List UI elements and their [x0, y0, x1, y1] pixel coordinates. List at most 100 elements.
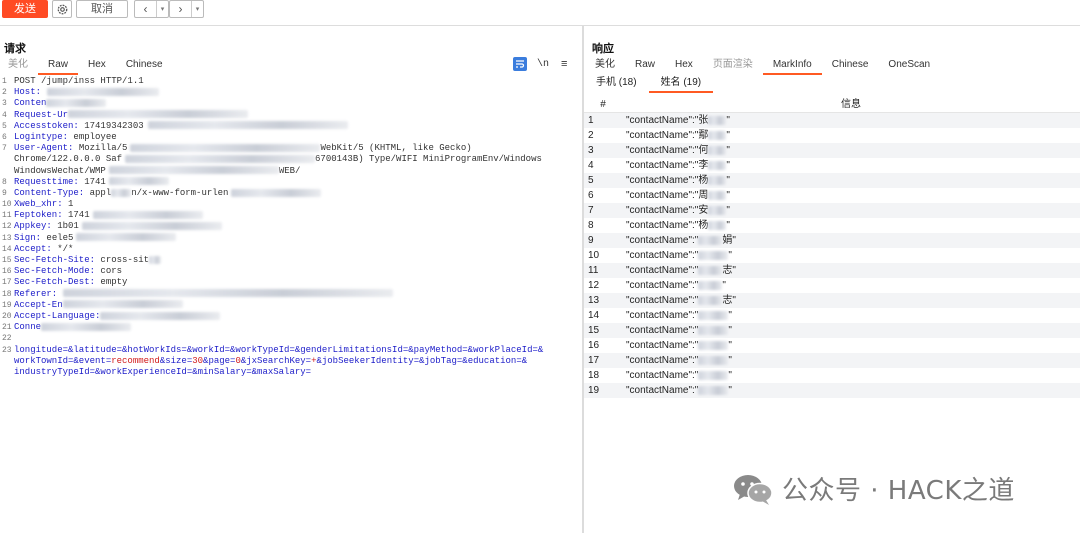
code-line: 14 Accept: */* — [2, 243, 74, 254]
back-caret-icon[interactable]: ▾ — [157, 1, 168, 17]
table-row[interactable]: 14 "contactName":" " — [584, 308, 1080, 323]
table-row[interactable]: 5 "contactName":"杨 " — [584, 173, 1080, 188]
code-line: 1 POST /jump/inss HTTP/1.1 — [2, 76, 144, 86]
settings-button[interactable] — [52, 0, 72, 18]
table-row[interactable]: 17 "contactName":" " — [584, 353, 1080, 368]
header-key: Feptoken: — [14, 210, 63, 221]
redacted-text — [41, 322, 132, 331]
subtab-phone[interactable]: 手机 (18) — [584, 75, 649, 93]
table-row[interactable]: 3 "contactName":"何 " — [584, 143, 1080, 158]
forward-nav-group: › ▾ — [169, 0, 204, 18]
code-line: 16 Sec-Fetch-Mode: cors — [2, 266, 123, 277]
table-row[interactable]: 6 "contactName":"周 " — [584, 188, 1080, 203]
tab-request-hex[interactable]: Hex — [78, 58, 116, 74]
code-line: 19 Accept-En — [0, 300, 582, 311]
table-row[interactable]: 2 "contactName":"鄢 " — [584, 128, 1080, 143]
tab-response-beautify[interactable]: 美化 — [585, 58, 625, 74]
tab-response-render[interactable]: 页面渲染 — [703, 58, 763, 74]
tab-response-markinfo[interactable]: MarkInfo — [762, 58, 822, 75]
table-row[interactable]: 11 "contactName":" 志" — [584, 263, 1080, 278]
header-value: 1741 — [62, 210, 90, 221]
code-line: WindowsWechat/WMP WEB/ — [0, 166, 582, 177]
toolbar-divider — [0, 25, 1080, 26]
table-row[interactable]: 13 "contactName":" 志" — [584, 293, 1080, 308]
redacted-text — [92, 210, 203, 219]
wechat-logo-icon — [732, 472, 774, 506]
redacted-text — [68, 110, 249, 119]
tab-response-raw[interactable]: Raw — [625, 58, 665, 74]
table-row[interactable]: 1 "contactName":"张 " — [584, 113, 1080, 128]
back-nav-group: ‹ ▾ — [134, 0, 169, 18]
table-row[interactable]: 18 "contactName":" " — [584, 368, 1080, 383]
menu-icon[interactable]: ≡ — [561, 58, 567, 70]
redacted-text — [708, 115, 727, 125]
code-line: 10 Xweb_xhr: 1 — [2, 199, 74, 210]
header-key: Host: — [14, 87, 42, 98]
table-row[interactable]: 4 "contactName":"李 " — [584, 158, 1080, 173]
redacted-text — [47, 87, 160, 96]
tab-response-onescan[interactable]: OneScan — [878, 58, 940, 74]
request-editor-tools: \n ≡ — [513, 57, 567, 71]
column-header-info[interactable]: 信息 — [622, 96, 1080, 112]
header-value: 1741 — [78, 176, 106, 187]
redacted-text — [231, 188, 322, 197]
header-value: WindowsWechat/WMP — [14, 165, 106, 176]
table-body: 1 "contactName":"张 " 2 "contactName":"鄢 " 3 "… — [584, 113, 1080, 398]
response-title: 响应 — [592, 43, 614, 55]
tab-response-hex[interactable]: Hex — [665, 58, 703, 74]
redacted-text — [708, 190, 727, 200]
table-row[interactable]: 9 "contactName":" 娟" — [584, 233, 1080, 248]
forward-arrow-icon[interactable]: › — [170, 1, 192, 17]
wrap-icon — [516, 60, 525, 68]
code-line: Chrome/122.0.0.0 Saf 6700143B) Type/WIFI … — [0, 154, 582, 165]
table-row[interactable]: 10 "contactName":" " — [584, 248, 1080, 263]
redacted-text — [708, 220, 727, 230]
back-arrow-icon[interactable]: ‹ — [135, 1, 157, 17]
redacted-text — [698, 310, 729, 320]
forward-caret-icon[interactable]: ▾ — [192, 1, 203, 17]
redacted-text — [698, 280, 723, 290]
header-key: Accesstoken: — [14, 120, 79, 131]
gear-icon — [57, 4, 67, 14]
column-header-index[interactable]: # — [584, 96, 622, 112]
code-line: 21 Conne — [0, 322, 582, 333]
tab-request-beautify[interactable]: 美化 — [0, 58, 38, 74]
table-row[interactable]: 7 "contactName":"安 " — [584, 203, 1080, 218]
code-line: workTownId=&event=recommend&size=30&page… — [0, 356, 582, 367]
redacted-text — [108, 177, 169, 186]
table-row[interactable]: 8 "contactName":"杨 " — [584, 218, 1080, 233]
redacted-text — [698, 340, 729, 350]
tab-response-chinese[interactable]: Chinese — [822, 58, 879, 74]
newline-toggle[interactable]: \n — [537, 59, 549, 70]
top-toolbar: 发送 取消 ‹ ▾ › ▾ — [0, 0, 1080, 20]
redacted-text — [698, 385, 729, 395]
redacted-text — [708, 205, 727, 215]
cancel-button[interactable]: 取消 — [76, 0, 128, 18]
header-value: n/x-www-form-urlen — [131, 187, 229, 198]
redacted-text — [125, 154, 316, 163]
header-key: Conten — [14, 98, 47, 109]
table-row[interactable]: 12 "contactName":" " — [584, 278, 1080, 293]
header-value: 6700143B) Type/WIFI MiniProgramEnv/Windo… — [315, 154, 542, 165]
wrap-lines-button[interactable] — [513, 57, 527, 71]
redacted-text — [698, 250, 729, 260]
table-row[interactable]: 15 "contactName":" " — [584, 323, 1080, 338]
subtab-name[interactable]: 姓名 (19) — [648, 75, 714, 93]
header-value: WebKit/5 (KHTML, like Gecko) — [320, 143, 472, 154]
request-editor[interactable]: 1 POST /jump/inss HTTP/1.1 2 Host: 3 Conten… — [0, 76, 582, 533]
header-key: Sec-Fetch-Site: — [14, 255, 96, 265]
request-body-line: longitude=&latitude=&hotWorkIds=&workId=… — [14, 344, 544, 355]
request-body-line: workTownId=&event=recommend&size=30&page… — [14, 355, 528, 366]
table-row[interactable]: 19 "contactName":" " — [584, 383, 1080, 398]
header-key: Accept-En — [14, 299, 63, 310]
redacted-text — [108, 166, 279, 175]
code-line: 7 User-Agent: Mozilla/5 WebKit/5 (KHTML, l… — [2, 143, 472, 154]
header-key: Requesttime: — [14, 176, 79, 187]
send-button[interactable]: 发送 — [2, 0, 48, 18]
redacted-text — [698, 370, 729, 380]
tab-request-chinese[interactable]: Chinese — [116, 58, 173, 74]
header-value: */* — [51, 243, 74, 254]
table-row[interactable]: 16 "contactName":" " — [584, 338, 1080, 353]
tab-request-raw[interactable]: Raw — [38, 58, 79, 75]
code-line: industryTypeId=&workExperienceId=&minSal… — [0, 367, 582, 378]
